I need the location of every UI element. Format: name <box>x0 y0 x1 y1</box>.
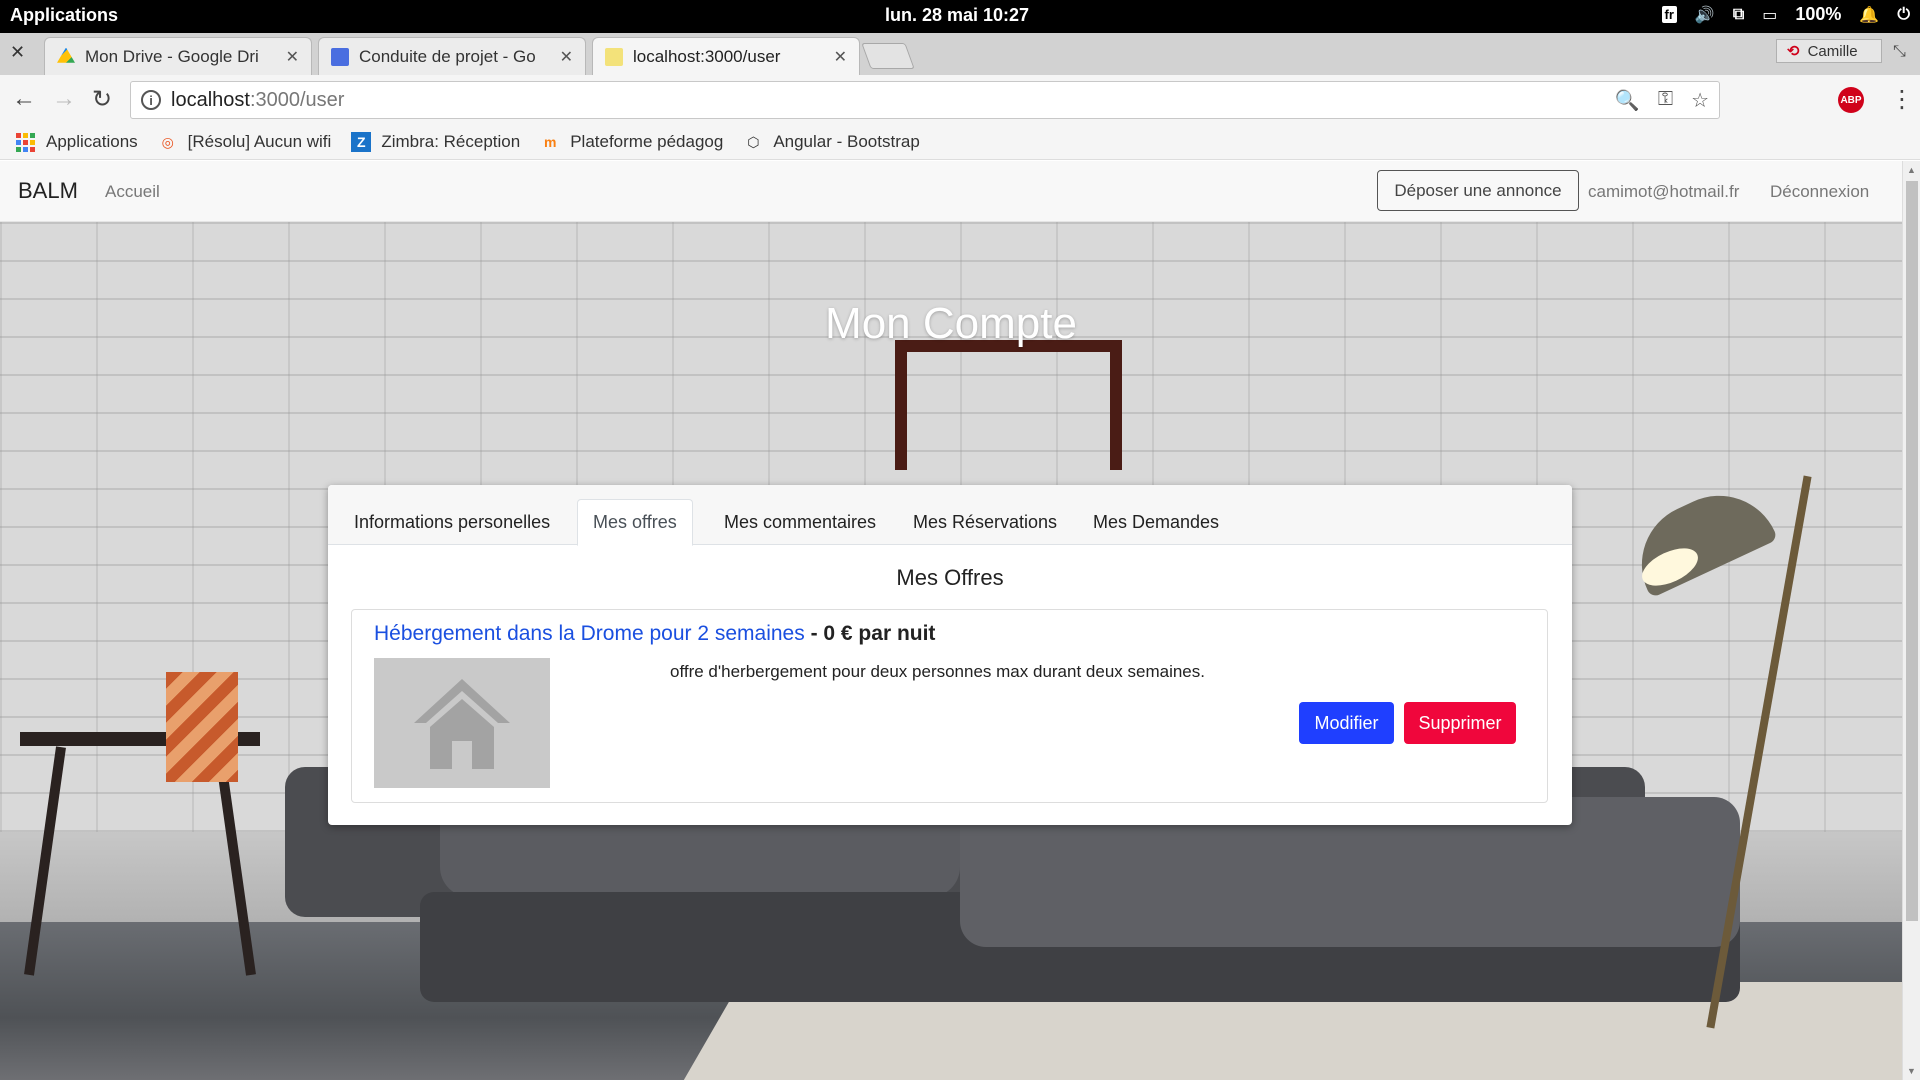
reload-icon[interactable]: ↻ <box>92 85 112 114</box>
scroll-down-arrow-icon[interactable]: ▼ <box>1907 1066 1916 1076</box>
house-icon <box>414 679 510 769</box>
offer-price: - 0 € par nuit <box>810 622 936 645</box>
system-tray: fr 🔊 ⧉ ▭ 100% 🔔 ⏻ <box>1661 4 1910 25</box>
close-tab-icon[interactable]: ✕ <box>560 47 573 67</box>
battery-percentage: 100% <box>1795 4 1842 24</box>
page-icon <box>605 47 623 66</box>
profile-name: Camille <box>1807 42 1858 60</box>
forward-arrow-icon[interactable]: → <box>52 85 76 113</box>
codepen-icon: ⬡ <box>747 133 760 150</box>
offer-card: Hébergement dans la Drome pour 2 semaine… <box>351 609 1548 803</box>
bookmark-label: Zimbra: Réception <box>381 132 521 151</box>
system-top-bar: Applications lun. 28 mai 10:27 fr 🔊 ⧉ ▭ … <box>0 0 1920 33</box>
google-drive-icon <box>57 47 75 63</box>
bookmark-label: Plateforme pédagog <box>570 132 724 151</box>
offer-heading: Hébergement dans la Drome pour 2 semaine… <box>374 622 935 646</box>
address-bar[interactable]: i localhost:3000/user 🔍 ⚿ ☆ <box>130 81 1720 119</box>
browser-tab-drive[interactable]: Mon Drive - Google Dri ✕ <box>44 37 312 75</box>
zimbra-icon: Z <box>351 132 372 152</box>
offer-title-link[interactable]: Hébergement dans la Drome pour 2 semaine… <box>374 622 805 645</box>
restore-window-icon[interactable]: ⤡ <box>1893 43 1906 61</box>
close-tab-icon[interactable]: ✕ <box>286 47 299 67</box>
offer-thumbnail[interactable] <box>374 658 550 788</box>
tab-informations-personelles[interactable]: Informations personelles <box>338 499 566 545</box>
bookmarks-bar: Applications ◎ [Résolu] Aucun wifi Z Zim… <box>0 125 1920 160</box>
site-info-icon[interactable]: i <box>141 90 161 110</box>
back-arrow-icon[interactable]: ← <box>12 85 36 113</box>
battery-icon[interactable]: ▭ <box>1762 5 1777 25</box>
browser-tab-docs[interactable]: Conduite de projet - Go ✕ <box>318 37 586 75</box>
bookmark-star-icon[interactable]: ☆ <box>1691 88 1709 113</box>
bookmark-label: Applications <box>46 132 138 151</box>
tab-mes-commentaires[interactable]: Mes commentaires <box>708 499 892 545</box>
bookmark-resolu[interactable]: ◎ [Résolu] Aucun wifi <box>158 132 332 152</box>
url-host: localhost <box>171 88 250 111</box>
google-docs-icon <box>331 47 349 66</box>
scroll-up-arrow-icon[interactable]: ▲ <box>1907 165 1916 175</box>
browser-toolbar: ← → ↻ i localhost:3000/user 🔍 ⚿ ☆ ABP ⋮ <box>0 75 1920 125</box>
nav-link-home[interactable]: Accueil <box>105 182 160 202</box>
bookmark-label: Angular - Bootstrap <box>773 132 920 151</box>
tab-mes-offres[interactable]: Mes offres <box>577 499 693 546</box>
system-clock[interactable]: lun. 28 mai 10:27 <box>885 5 1029 26</box>
ubuntu-icon: ◎ <box>161 133 174 150</box>
browser-tab-strip: ✕ Mon Drive - Google Dri ✕ Conduite de p… <box>0 33 1920 75</box>
vase-decoration <box>166 672 238 782</box>
profile-button[interactable]: ⟲ Camille <box>1776 39 1882 63</box>
site-brand[interactable]: BALM <box>18 178 78 204</box>
close-tab-icon[interactable]: ✕ <box>834 47 847 67</box>
tab-mes-reservations[interactable]: Mes Réservations <box>897 499 1073 545</box>
moodle-icon: m <box>543 134 557 150</box>
keyboard-layout-indicator[interactable]: fr <box>1661 6 1677 23</box>
key-icon[interactable]: ⚿ <box>1658 88 1673 113</box>
browser-tab-localhost[interactable]: localhost:3000/user ✕ <box>592 37 860 75</box>
offer-description: offre d'herbergement pour deux personnes… <box>670 662 1205 681</box>
section-title: Mes Offres <box>896 565 1004 590</box>
page-title: Mon Compte <box>825 299 1077 348</box>
hero-background: Mon Compte Informations personelles Mes … <box>0 222 1902 1080</box>
page-scrollbar[interactable]: ▲ ▼ <box>1902 161 1920 1080</box>
picture-frame-decoration <box>895 340 1122 470</box>
zoom-icon[interactable]: 🔍 <box>1615 88 1640 113</box>
apps-grid-icon <box>16 132 36 152</box>
bookmark-plateforme[interactable]: m Plateforme pédagog <box>540 132 723 152</box>
adblock-plus-icon[interactable]: ABP <box>1838 87 1864 113</box>
close-window-icon[interactable]: ✕ <box>10 42 25 63</box>
volume-icon[interactable]: 🔊 <box>1695 5 1715 25</box>
user-email[interactable]: camimot@hotmail.fr <box>1588 182 1739 202</box>
applications-menu[interactable]: Applications <box>10 5 118 26</box>
bookmark-applications[interactable]: Applications <box>16 132 138 152</box>
delete-offer-button[interactable]: Supprimer <box>1404 702 1516 744</box>
bookmark-zimbra[interactable]: Z Zimbra: Réception <box>351 132 520 152</box>
url-path: :3000/user <box>249 88 345 111</box>
logout-link[interactable]: Déconnexion <box>1770 182 1869 202</box>
tab-title: Conduite de projet - Go <box>359 46 536 66</box>
scrollbar-thumb[interactable] <box>1906 181 1918 921</box>
notification-bell-icon[interactable]: 🔔 <box>1859 5 1879 25</box>
bookmark-angular-bootstrap[interactable]: ⬡ Angular - Bootstrap <box>743 132 920 152</box>
post-ad-button[interactable]: Déposer une annonce <box>1377 170 1579 211</box>
tab-title: localhost:3000/user <box>633 46 781 66</box>
web-page: BALM Accueil Déposer une annonce camimot… <box>0 161 1902 1080</box>
account-tabs: Informations personelles Mes offres Mes … <box>328 485 1572 546</box>
profile-sync-icon: ⟲ <box>1787 43 1800 60</box>
edit-offer-button[interactable]: Modifier <box>1299 702 1394 744</box>
account-card: Informations personelles Mes offres Mes … <box>328 485 1572 825</box>
new-tab-button[interactable] <box>861 43 915 69</box>
tab-mes-demandes[interactable]: Mes Demandes <box>1077 499 1235 545</box>
bookmark-label: [Résolu] Aucun wifi <box>187 132 332 151</box>
site-navbar: BALM Accueil Déposer une annonce camimot… <box>0 161 1902 222</box>
power-icon[interactable]: ⏻ <box>1897 6 1910 24</box>
network-icon[interactable]: ⧉ <box>1733 6 1744 24</box>
browser-menu-icon[interactable]: ⋮ <box>1890 85 1914 114</box>
tab-title: Mon Drive - Google Dri <box>85 46 259 66</box>
